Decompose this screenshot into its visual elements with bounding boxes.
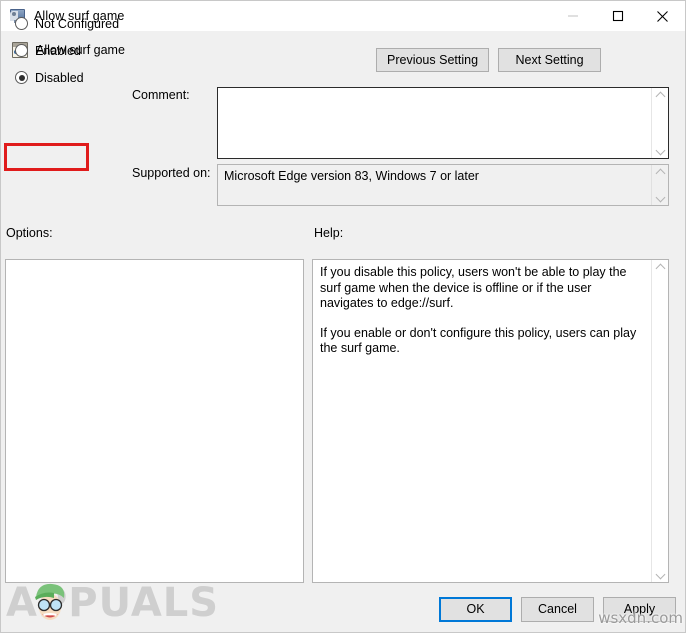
radio-not-configured[interactable]: Not Configured: [11, 10, 131, 37]
policy-state-radio-group: Not Configured Enabled Disabled: [11, 10, 131, 91]
radio-enabled[interactable]: Enabled: [11, 37, 131, 64]
chevron-down-icon[interactable]: [656, 570, 665, 579]
chevron-down-icon[interactable]: [656, 193, 665, 202]
minimize-icon: [567, 15, 578, 17]
options-section-label: Options:: [6, 226, 53, 240]
comment-label: Comment:: [132, 88, 190, 102]
cancel-button[interactable]: Cancel: [521, 596, 594, 622]
next-setting-button[interactable]: Next Setting: [498, 48, 602, 72]
help-paragraph-1: If you disable this policy, users won't …: [320, 265, 627, 310]
comment-input[interactable]: [218, 88, 651, 158]
dialog-footer: OK Cancel Apply: [1, 593, 685, 625]
help-scrollbar[interactable]: [651, 260, 668, 582]
help-text: If you disable this policy, users won't …: [313, 260, 651, 582]
supported-on-scrollbar[interactable]: [651, 165, 668, 205]
comment-field[interactable]: [217, 87, 669, 159]
minimize-button[interactable]: [550, 1, 595, 31]
radio-disabled[interactable]: Disabled: [11, 64, 131, 91]
options-panel[interactable]: [5, 259, 304, 583]
maximize-icon: [612, 10, 623, 22]
radio-label: Not Configured: [35, 16, 120, 31]
chevron-up-icon[interactable]: [656, 91, 665, 100]
radio-mark-icon: [15, 44, 28, 57]
help-paragraph-2: If you enable or don't configure this po…: [320, 325, 637, 356]
radio-mark-selected-icon: [15, 71, 28, 84]
chevron-up-icon[interactable]: [656, 263, 665, 272]
radio-label: Disabled: [35, 70, 84, 85]
help-section-label: Help:: [314, 226, 344, 240]
apply-button[interactable]: Apply: [603, 596, 676, 622]
comment-scrollbar[interactable]: [651, 88, 668, 158]
close-button[interactable]: [640, 1, 685, 31]
ok-button[interactable]: OK: [439, 596, 512, 622]
supported-on-field: Microsoft Edge version 83, Windows 7 or …: [217, 164, 669, 206]
help-panel: If you disable this policy, users won't …: [312, 259, 669, 583]
appuals-mascot-icon: [35, 583, 65, 620]
setting-navigation: Previous Setting Next Setting: [376, 48, 602, 72]
close-icon: [657, 10, 668, 22]
chevron-up-icon[interactable]: [656, 168, 665, 177]
radio-mark-icon: [15, 17, 28, 30]
radio-label: Enabled: [35, 43, 81, 58]
chevron-down-icon[interactable]: [656, 146, 665, 155]
maximize-button[interactable]: [595, 1, 640, 31]
group-policy-setting-dialog: Allow surf game Allow surf game Previous…: [0, 0, 686, 633]
window-controls: [550, 1, 685, 31]
annotation-highlight-rectangle: [4, 143, 89, 171]
supported-on-label: Supported on:: [132, 166, 211, 180]
supported-on-value: Microsoft Edge version 83, Windows 7 or …: [224, 169, 479, 183]
previous-setting-button[interactable]: Previous Setting: [376, 48, 490, 72]
